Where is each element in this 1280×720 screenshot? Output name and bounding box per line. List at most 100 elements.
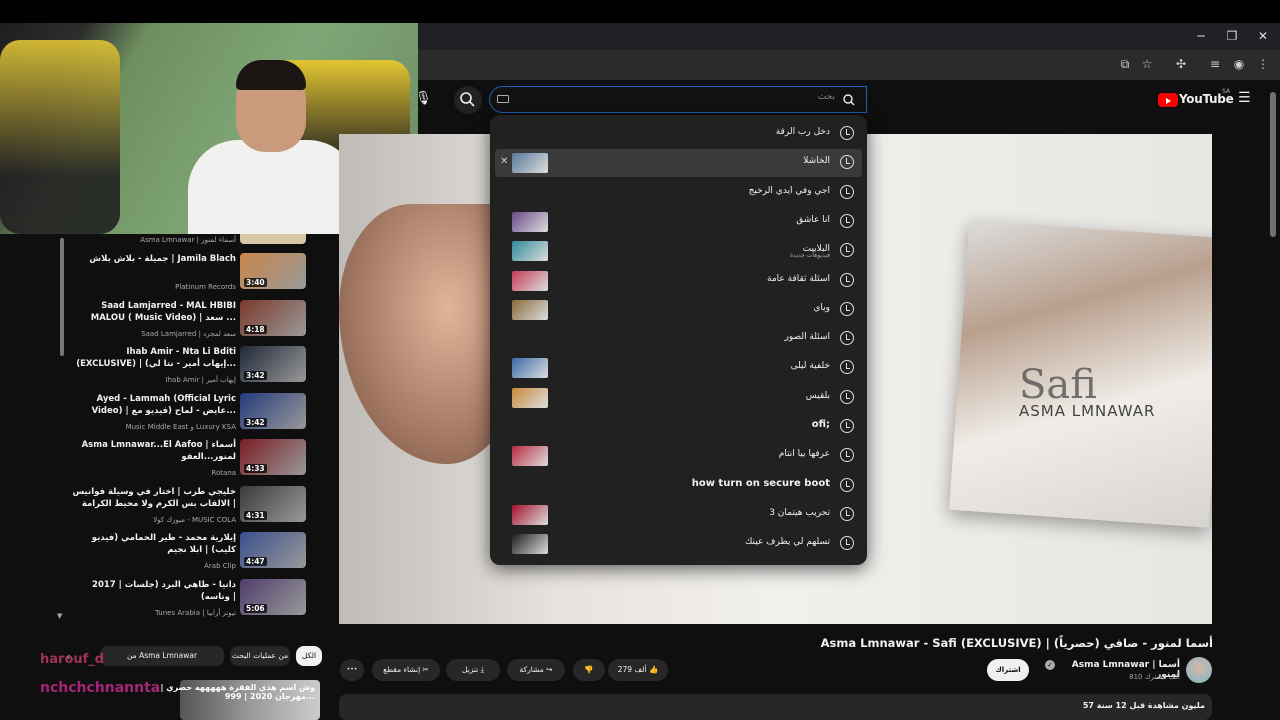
browser-tab-bar	[418, 23, 1280, 50]
profile-icon[interactable]: ◉	[1230, 55, 1248, 73]
related-video-thumbnail[interactable]: 3:42	[240, 392, 306, 429]
related-video-thumbnail[interactable]: 4:47	[240, 532, 306, 568]
search-inline-icon	[842, 92, 856, 111]
sidebar-top-thumb[interactable]	[240, 234, 306, 244]
related-video-title: جميلة - بلاش بلاش | Jamila Blach	[89, 254, 236, 264]
search-suggestion[interactable]: how turn on secure boot	[495, 472, 862, 500]
search-suggestion[interactable]: الخاشلا ✕	[495, 149, 862, 178]
history-icon	[840, 331, 854, 346]
video-duration: 5:06	[244, 603, 267, 613]
search-button[interactable]	[454, 86, 482, 114]
chip-from-search[interactable]: من عمليات البحث	[230, 646, 290, 666]
search-suggestion[interactable]: انا عاشق	[495, 208, 862, 236]
dislike-button[interactable]: 👎	[573, 659, 605, 681]
suggestion-text: عرفها بيا انتام	[778, 449, 830, 460]
search-suggestion[interactable]: ofi;	[495, 413, 862, 441]
bookmark-star-icon[interactable]: ☆	[1138, 55, 1156, 73]
voice-search-icon[interactable]: 🎙	[415, 91, 432, 106]
related-video-channel: Saad Lamjarred | سعد لمجرد	[141, 329, 236, 338]
video-duration: 4:18	[244, 324, 267, 334]
browser-menu-icon[interactable]: ⋮	[1254, 55, 1272, 73]
chip-from-channel[interactable]: من Asma Lmnawar	[100, 646, 224, 666]
like-icon: 👍	[648, 665, 659, 674]
suggestion-thumbnail	[512, 534, 548, 555]
related-video-thumbnail[interactable]: 3:40	[240, 253, 306, 289]
related-video-item[interactable]: Saad Lamjarred - MAL HBIBI MALOU ( Music…	[60, 299, 310, 344]
related-video-title: Ayed - Lammah (Official Lyric Video) | ع…	[91, 393, 236, 416]
video-duration: 4:47	[244, 557, 267, 566]
remove-suggestion-icon[interactable]: ✕	[500, 156, 508, 167]
download-button[interactable]: تنزيل ⤓	[446, 659, 500, 681]
related-video-thumbnail[interactable]: 4:33	[240, 439, 306, 475]
chip-all[interactable]: الكل	[296, 646, 322, 666]
dislike-icon: 👎	[584, 665, 594, 674]
restore-button[interactable]: ❐	[1221, 26, 1243, 46]
search-suggestion[interactable]: تسلهم لي يطرف عينك	[495, 530, 862, 558]
related-video-thumbnail[interactable]: 4:31	[240, 485, 306, 522]
related-video-title: إيلارية محمد - طير الحمامي (فيديو كليب) …	[91, 533, 236, 555]
video-duration: 4:33	[244, 464, 267, 473]
verified-icon: ✓	[1045, 660, 1055, 670]
like-button[interactable]: 279 ألف 👍	[608, 659, 668, 681]
page-scrollbar[interactable]	[1270, 92, 1276, 237]
media-controls-icon[interactable]: ≡	[1206, 55, 1224, 73]
search-suggestion[interactable]: اسئلة ثقافة عامة	[495, 267, 862, 295]
suggestion-text: ofi;	[811, 419, 830, 430]
history-icon	[840, 272, 854, 287]
minimize-button[interactable]: ─	[1190, 26, 1212, 46]
guide-menu-icon[interactable]: ☰	[1238, 90, 1251, 106]
channel-avatar[interactable]	[1186, 657, 1212, 683]
extensions-icon[interactable]: ✣	[1172, 55, 1190, 73]
suggestion-text: اسئلة الصور	[784, 332, 830, 343]
suggestion-text: خلفية ليلى	[790, 361, 830, 372]
search-suggestion[interactable]: اسئلة الصور	[495, 325, 862, 353]
youtube-logo-icon[interactable]	[1158, 93, 1178, 107]
related-video-title: Ihab Amir - Nta Li Bditi (EXCLUSIVE) | (…	[76, 347, 236, 369]
related-video-item[interactable]: Asma Lmnawar...El Aafoo | أسماء لمنور...…	[60, 439, 310, 483]
related-video-item[interactable]: خليجي طرب | اختار في وسيلة فوانيس الالقا…	[60, 485, 310, 530]
share-icon: ↪	[546, 665, 553, 674]
history-icon	[840, 213, 854, 228]
video-duration: 3:42	[244, 417, 267, 427]
search-suggestion[interactable]: تحريب هيتمان 3	[495, 501, 862, 529]
suggestion-subtitle: فيديوهات جديدة	[790, 252, 830, 260]
video-duration: 3:40	[244, 278, 267, 287]
history-icon	[840, 184, 854, 199]
sidebar-scroll-down-icon[interactable]: ▼	[57, 612, 62, 620]
history-icon	[840, 419, 854, 433]
suggestion-text: بلقيس	[805, 390, 830, 401]
related-video-thumbnail[interactable]: 5:06	[240, 578, 306, 615]
search-suggestion[interactable]: وياي	[495, 296, 862, 324]
subscribe-button[interactable]: اشتراك	[987, 659, 1029, 681]
install-app-icon[interactable]: ⧉	[1116, 55, 1134, 73]
related-video-item[interactable]: Ayed - Lammah (Official Lyric Video) | ع…	[60, 392, 310, 437]
keyboard-icon[interactable]	[497, 95, 509, 103]
suggestion-text: وياي	[813, 302, 830, 313]
suggestion-thumbnail	[512, 153, 548, 174]
related-video-item[interactable]: Ihab Amir - Nta Li Bditi (EXCLUSIVE) | (…	[60, 346, 310, 390]
close-window-button[interactable]: ✕	[1252, 26, 1274, 46]
search-suggestion[interactable]: بلقيس	[495, 384, 862, 412]
related-video-item[interactable]: جميلة - بلاش بلاش | Jamila Blach Platinum…	[60, 253, 310, 297]
related-video-title: Asma Lmnawar...El Aafoo | أسماء لمنور...…	[81, 440, 236, 462]
clip-button[interactable]: إنشاء مقطع ✂	[372, 659, 440, 681]
search-suggestion[interactable]: اجي وفي ايدي الرخيج	[495, 179, 862, 207]
overlay-name-1: harouf_d	[40, 652, 105, 667]
suggestion-text: الخاشلا	[803, 156, 830, 167]
related-video-thumbnail[interactable]: 4:18	[240, 299, 306, 336]
search-suggestion[interactable]: البلابيت فيديوهات جديدة	[495, 237, 862, 265]
search-suggestion[interactable]: خلفية ليلى	[495, 354, 862, 382]
related-video-thumbnail[interactable]: 3:42	[240, 346, 306, 382]
related-video-item[interactable]: إيلارية محمد - طير الحمامي (فيديو كليب) …	[60, 532, 310, 576]
suggestion-thumbnail	[512, 299, 548, 320]
region-code: SA	[1222, 88, 1231, 95]
suggestion-thumbnail	[512, 270, 548, 291]
history-icon	[840, 477, 854, 492]
bottom-video-title[interactable]: وش اسم هذي الفقرة هههههه حصري | ...مهرجا…	[120, 683, 315, 701]
share-button[interactable]: مشاركة ↪	[507, 659, 565, 681]
more-actions-button[interactable]: •••	[340, 659, 364, 681]
related-video-item[interactable]: 2017 | دانيا - طاهي البرد (جلسات وناسه) …	[60, 578, 310, 623]
search-suggestion[interactable]: عرفها بيا انتام	[495, 442, 862, 470]
search-suggestion[interactable]: دخل رب الرقة	[495, 120, 862, 148]
clip-label: إنشاء مقطع	[383, 665, 421, 674]
